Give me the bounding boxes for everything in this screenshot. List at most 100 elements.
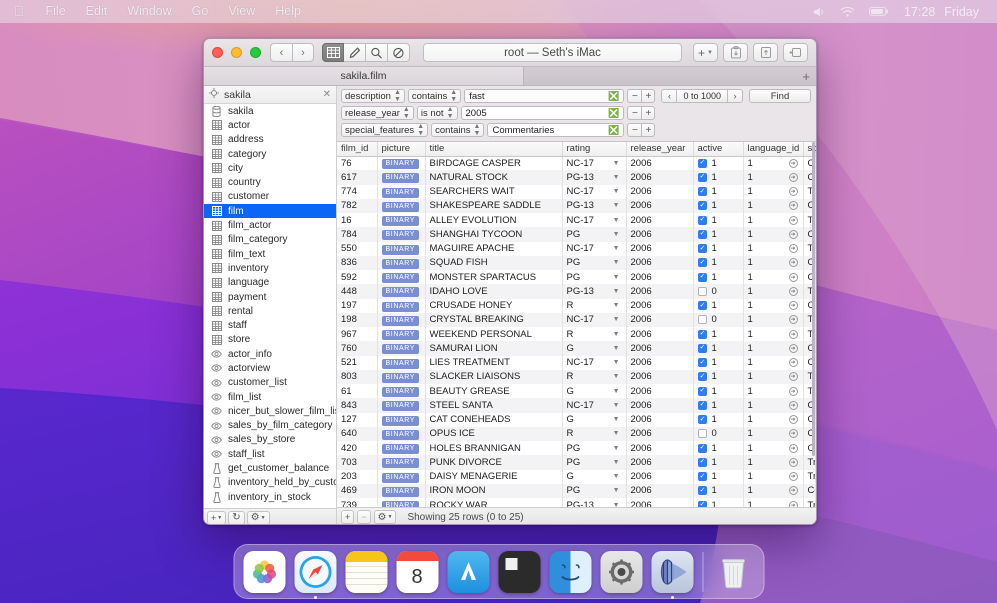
cell-picture[interactable]: BINARY	[377, 298, 426, 313]
cell-picture[interactable]: BINARY	[377, 498, 426, 507]
cell-film-id[interactable]: 739	[337, 498, 378, 507]
foreign-key-jump-icon[interactable]: ➜	[788, 258, 798, 268]
sidebar-item-customer[interactable]: customer	[204, 190, 336, 204]
chevron-down-icon[interactable]: ▼	[613, 202, 620, 209]
cell-release-year[interactable]: 2006	[626, 327, 694, 342]
cell-picture[interactable]: BINARY	[377, 483, 426, 498]
table-row[interactable]: 703BINARYPUNK DIVORCEPG▼200611➜Trailers,…	[337, 455, 816, 470]
cell-language-id[interactable]: 1 ➜	[743, 270, 804, 285]
cell-language-id[interactable]: 1 ➜	[743, 312, 804, 327]
table-row[interactable]: 739BINARYROCKY WARPG-13▼200611➜Trailers,…	[337, 498, 816, 507]
menu-item-view[interactable]: View	[218, 0, 265, 23]
cell-title[interactable]: OPUS ICE	[425, 426, 563, 441]
cell-film-id[interactable]: 469	[337, 483, 378, 498]
menu-item-help[interactable]: Help	[265, 0, 311, 23]
wifi-icon[interactable]	[833, 6, 862, 18]
cell-rating[interactable]: NC-17 ▼	[562, 355, 627, 370]
active-checkbox[interactable]	[697, 372, 707, 382]
table-row[interactable]: 197BINARYCRUSADE HONEYR▼200611➜Commentar…	[337, 298, 816, 313]
new-tab-button[interactable]: +	[802, 69, 810, 84]
cell-film-id[interactable]: 521	[337, 355, 378, 370]
cell-language-id[interactable]: 1 ➜	[743, 426, 804, 441]
cell-rating[interactable]: G ▼	[562, 341, 627, 356]
table-row[interactable]: 774BINARYSEARCHERS WAITNC-17▼200611➜Trai…	[337, 184, 816, 199]
battery-icon[interactable]	[862, 6, 896, 17]
database-filter-field[interactable]: sakila ✕	[204, 86, 336, 104]
table-row[interactable]: 521BINARYLIES TREATMENTNC-17▼200611➜Comm…	[337, 355, 816, 370]
cell-rating[interactable]: NC-17 ▼	[562, 398, 627, 413]
cell-active[interactable]: 1	[693, 213, 744, 228]
cell-rating[interactable]: PG ▼	[562, 227, 627, 242]
cell-release-year[interactable]: 2006	[626, 156, 694, 171]
query-search-icon[interactable]	[366, 43, 388, 62]
chevron-down-icon[interactable]: ▼	[613, 174, 620, 181]
active-checkbox[interactable]	[697, 229, 707, 239]
foreign-key-jump-icon[interactable]: ➜	[788, 215, 798, 225]
chevron-down-icon[interactable]: ▼	[613, 459, 620, 466]
cell-language-id[interactable]: 1 ➜	[743, 398, 804, 413]
cell-film-id[interactable]: 836	[337, 255, 378, 270]
sidebar-item-city[interactable]: city	[204, 161, 336, 175]
cell-release-year[interactable]: 2006	[626, 369, 694, 384]
sidebar-item-inventory_held_by_custom[interactable]: inventory_held_by_custom…	[204, 476, 336, 490]
cell-release-year[interactable]: 2006	[626, 241, 694, 256]
cell-title[interactable]: MONSTER SPARTACUS	[425, 270, 563, 285]
cell-language-id[interactable]: 1 ➜	[743, 412, 804, 427]
cell-release-year[interactable]: 2006	[626, 198, 694, 213]
table-view-icon[interactable]	[322, 43, 344, 62]
table-row[interactable]: 127BINARYCAT CONEHEADSG▼200611➜Commentar…	[337, 412, 816, 427]
pager-prev-button[interactable]: ‹	[661, 89, 678, 103]
filter-operator-select[interactable]: contains ▲ ▼	[431, 123, 485, 137]
cell-film-id[interactable]: 203	[337, 469, 378, 484]
table-row[interactable]: 420BINARYHOLES BRANNIGANPG▼200611➜Commen…	[337, 441, 816, 456]
cell-rating[interactable]: NC-17 ▼	[562, 184, 627, 199]
cell-language-id[interactable]: 1 ➜	[743, 455, 804, 470]
cell-release-year[interactable]: 2006	[626, 184, 694, 199]
refresh-button[interactable]: ↻	[228, 510, 245, 524]
cell-rating[interactable]: NC-17 ▼	[562, 312, 627, 327]
cell-release-year[interactable]: 2006	[626, 270, 694, 285]
cell-title[interactable]: ROCKY WAR	[425, 498, 563, 507]
cell-release-year[interactable]: 2006	[626, 341, 694, 356]
remove-filter-button[interactable]: −	[627, 89, 642, 103]
find-button[interactable]: Find	[749, 89, 811, 103]
chevron-down-icon[interactable]: ▼	[613, 160, 620, 167]
column-header-picture[interactable]: picture	[377, 142, 426, 157]
cell-rating[interactable]: R ▼	[562, 426, 627, 441]
cell-language-id[interactable]: 1 ➜	[743, 355, 804, 370]
foreign-key-jump-icon[interactable]: ➜	[788, 286, 798, 296]
cell-language-id[interactable]: 1 ➜	[743, 156, 804, 171]
foreign-key-jump-icon[interactable]: ➜	[788, 201, 798, 211]
chevron-down-icon[interactable]: ▼	[613, 430, 620, 437]
cell-picture[interactable]: BINARY	[377, 355, 426, 370]
foreign-key-jump-icon[interactable]: ➜	[788, 500, 798, 507]
results-table-container[interactable]: film_id picture title rating release_year act…	[337, 142, 816, 507]
active-checkbox[interactable]	[697, 400, 707, 410]
foreign-key-jump-icon[interactable]: ➜	[788, 172, 798, 182]
cell-title[interactable]: SHANGHAI TYCOON	[425, 227, 563, 242]
cell-language-id[interactable]: 1 ➜	[743, 441, 804, 456]
zoom-button[interactable]	[250, 47, 261, 58]
cell-active[interactable]: 1	[693, 398, 744, 413]
cell-film-id[interactable]: 448	[337, 284, 378, 299]
active-checkbox[interactable]	[697, 187, 707, 197]
cell-active[interactable]: 1	[693, 198, 744, 213]
add-row-button[interactable]: +	[341, 510, 355, 524]
cell-rating[interactable]: R ▼	[562, 369, 627, 384]
cell-rating[interactable]: G ▼	[562, 469, 627, 484]
cell-title[interactable]: CRYSTAL BREAKING	[425, 312, 563, 327]
sidebar-item-staff_list[interactable]: staff_list	[204, 447, 336, 461]
close-button[interactable]	[212, 47, 223, 58]
column-header-rating[interactable]: rating	[562, 142, 627, 157]
active-checkbox[interactable]	[697, 286, 707, 296]
active-checkbox[interactable]	[697, 272, 707, 282]
dock-item-photos[interactable]	[243, 550, 285, 593]
dock-item-trash[interactable]	[712, 551, 754, 593]
back-button[interactable]: ‹	[270, 43, 292, 62]
table-row[interactable]: 836BINARYSQUAD FISHPG▼200611➜Commentarie…	[337, 255, 816, 270]
active-checkbox[interactable]	[697, 472, 707, 482]
pager-next-button[interactable]: ›	[727, 89, 743, 103]
chevron-down-icon[interactable]: ▼	[613, 231, 620, 238]
dock-item-terminal[interactable]	[498, 550, 540, 593]
cell-release-year[interactable]: 2006	[626, 312, 694, 327]
